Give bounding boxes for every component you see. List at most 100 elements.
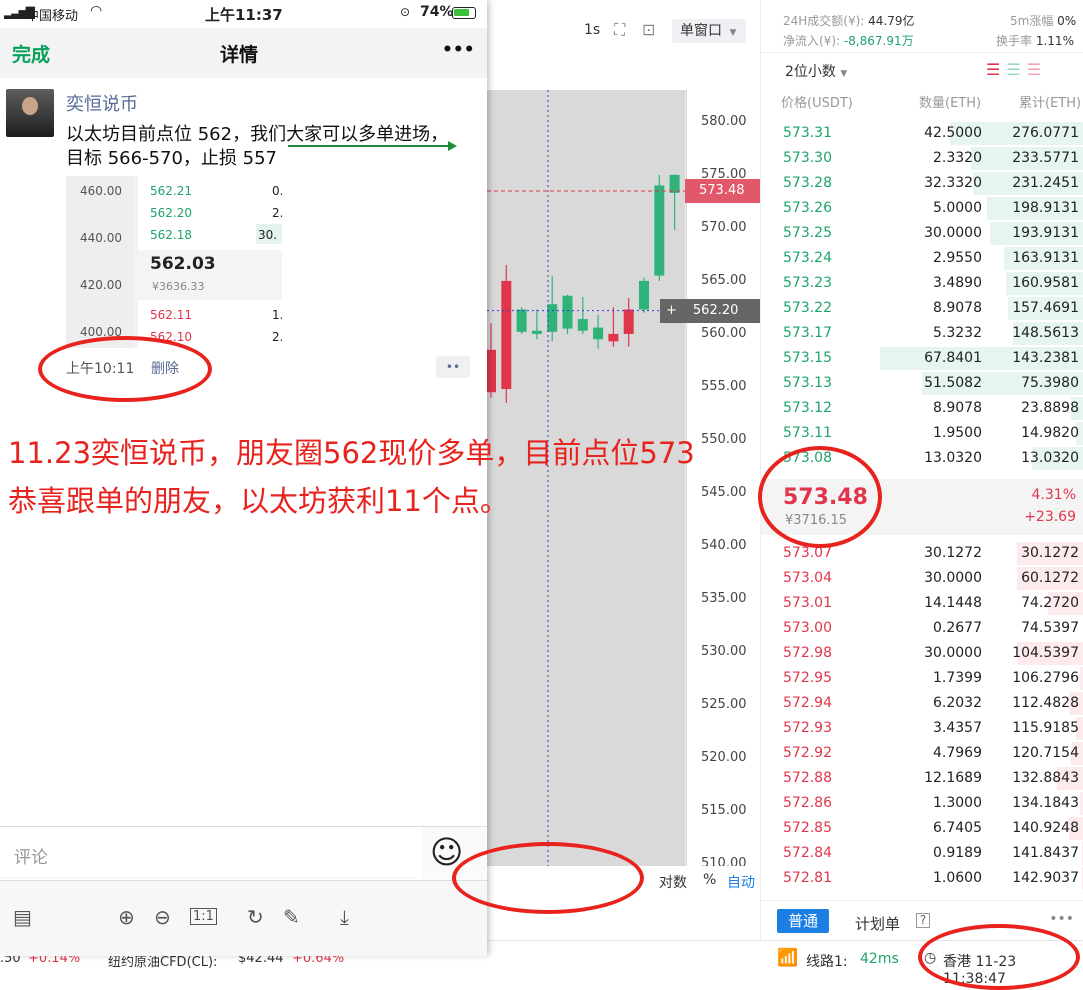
tab-plan-order[interactable]: 计划单: [855, 913, 900, 934]
cum-cell: 75.3980: [1021, 375, 1079, 391]
ask-row[interactable]: 573.111.950014.9820: [761, 421, 1083, 446]
post-image-thumbnail[interactable]: 460.00 440.00 420.00 400.00 562.21 0. 56…: [66, 176, 282, 348]
ask-row[interactable]: 573.233.4890160.9581: [761, 271, 1083, 296]
bid-row[interactable]: 572.856.7405140.9248: [761, 816, 1083, 841]
cum-cell: 142.9037: [1012, 870, 1079, 886]
crosshair-plus-icon[interactable]: +: [666, 303, 677, 318]
bid-row[interactable]: 572.933.4357115.9185: [761, 716, 1083, 741]
wifi-icon: ◠: [90, 3, 102, 19]
ask-row[interactable]: 573.2832.3320231.2451: [761, 171, 1083, 196]
thumb-axis-label: 460.00: [80, 184, 122, 198]
qty-cell: 30.1272: [924, 545, 982, 561]
ask-row[interactable]: 573.2530.0000193.9131: [761, 221, 1083, 246]
download-icon[interactable]: ⤓: [340, 905, 349, 929]
bid-row[interactable]: 572.924.7969120.7154: [761, 741, 1083, 766]
cum-cell: 134.1843: [1012, 795, 1079, 811]
price-cell: 572.88: [783, 770, 832, 786]
price-cell: 573.12: [783, 400, 832, 416]
edit-pen-icon[interactable]: ✎: [283, 905, 300, 929]
cum-cell: 14.9820: [1021, 425, 1079, 441]
window-icon[interactable]: ⊡: [642, 20, 655, 39]
interval-button[interactable]: 1s: [584, 22, 600, 38]
ask-row[interactable]: 573.265.0000198.9131: [761, 196, 1083, 221]
ask-row[interactable]: 573.302.3320233.5771: [761, 146, 1083, 171]
auto-scale-toggle[interactable]: 自动: [727, 872, 755, 892]
price-cell: 572.94: [783, 695, 832, 711]
price-tick-label: 555.00: [701, 379, 747, 394]
percent-scale-toggle[interactable]: %: [703, 872, 716, 888]
bid-row[interactable]: 572.840.9189141.8437: [761, 841, 1083, 866]
cum-cell: 157.4691: [1012, 300, 1079, 316]
line-label[interactable]: 线路1:: [806, 951, 848, 971]
annotation-ellipse-clock: [918, 924, 1080, 990]
fullscreen-icon[interactable]: ⛶: [614, 20, 625, 40]
zoom-in-icon[interactable]: ⊕: [118, 905, 135, 929]
bid-row[interactable]: 572.946.2032112.4828: [761, 691, 1083, 716]
ask-row[interactable]: 573.175.3232148.5613: [761, 321, 1083, 346]
ask-row[interactable]: 573.228.9078157.4691: [761, 296, 1083, 321]
layout-both-icon[interactable]: ☰: [986, 60, 1006, 79]
more-options-button[interactable]: •••: [442, 40, 475, 60]
candle-body: [547, 304, 557, 332]
price-tick-label: 515.00: [701, 803, 747, 818]
qty-cell: 30.0000: [924, 645, 982, 661]
book-layout-icons[interactable]: ☰☰☰: [986, 60, 1047, 79]
candlestick-chart[interactable]: 2020-11-23 10:10:00: [487, 90, 687, 896]
layout-asks-icon[interactable]: ☰: [1027, 60, 1047, 79]
ask-row[interactable]: 573.13 51.5082 75.3980: [761, 371, 1083, 396]
price-cell: 573.30: [783, 150, 832, 166]
bid-row[interactable]: 573.0430.000060.1272: [761, 566, 1083, 591]
bid-row[interactable]: 572.861.3000134.1843: [761, 791, 1083, 816]
candle-body: [670, 175, 680, 193]
author-name[interactable]: 奕恒说币: [66, 90, 138, 116]
mid-change-abs: +23.69: [1024, 509, 1076, 525]
page-title: 详情: [220, 40, 258, 67]
thumb-ask-qty: 0.: [272, 184, 282, 198]
thumb-axis: 460.00 440.00 420.00 400.00: [66, 176, 134, 348]
thumb-mid-box: 562.03 ¥3636.33: [138, 250, 282, 300]
actual-size-icon[interactable]: 1:1: [190, 908, 217, 925]
done-button[interactable]: 完成: [12, 40, 50, 67]
rotate-icon[interactable]: ↻: [247, 905, 264, 929]
ask-row[interactable]: 573.1567.8401143.2381: [761, 346, 1083, 371]
cum-cell: 198.9131: [1012, 200, 1079, 216]
window-mode-select[interactable]: 单窗口 ▼: [672, 19, 746, 43]
candle-body: [624, 310, 634, 334]
price-tick-label: 560.00: [701, 326, 747, 341]
qty-cell: 51.5082: [924, 375, 982, 391]
ask-row[interactable]: 573.3142.5000276.0771: [761, 121, 1083, 146]
price-cell: 572.95: [783, 670, 832, 686]
comment-input[interactable]: 评论: [14, 843, 48, 868]
help-icon[interactable]: ?: [916, 913, 930, 928]
price-cell: 573.13: [783, 375, 832, 391]
thumb-bid-qty: 2.: [272, 330, 282, 344]
bid-row[interactable]: 572.951.7399106.2796: [761, 666, 1083, 691]
thumb-mid-cny: ¥3636.33: [152, 280, 205, 293]
bid-row[interactable]: 572.9830.0000104.5397: [761, 641, 1083, 666]
bid-row[interactable]: 572.811.0600142.9037: [761, 866, 1083, 891]
layout-bids-icon[interactable]: ☰: [1006, 60, 1026, 79]
ask-row[interactable]: 573.242.9550163.9131: [761, 246, 1083, 271]
chevron-down-icon: ▼: [729, 28, 736, 38]
action-dots-button[interactable]: ••: [436, 356, 470, 378]
thumb-bid-qty: 1.: [272, 308, 282, 322]
bid-row[interactable]: 573.0114.144874.2720: [761, 591, 1083, 616]
thumb-ask-qty: 2.: [272, 206, 282, 220]
log-scale-toggle[interactable]: 对数: [659, 872, 687, 892]
ask-row[interactable]: 573.128.907823.8898: [761, 396, 1083, 421]
bid-row[interactable]: 572.8812.1689132.8843: [761, 766, 1083, 791]
cum-cell: 74.5397: [1021, 620, 1079, 636]
layout-icon[interactable]: ▤: [13, 905, 32, 929]
qty-cell: 0.9189: [933, 845, 982, 861]
tab-normal-order[interactable]: 普通: [777, 909, 829, 933]
cum-cell: 163.9131: [1012, 250, 1079, 266]
carrier-name: 中国移动: [26, 5, 78, 24]
avatar[interactable]: [6, 89, 54, 137]
thumb-axis-label: 440.00: [80, 231, 122, 245]
more-icon[interactable]: •••: [1049, 911, 1074, 927]
bid-row[interactable]: 573.000.267774.5397: [761, 616, 1083, 641]
price-cell: 572.84: [783, 845, 832, 861]
decimals-select[interactable]: 2位小数 ▼: [785, 61, 847, 81]
zoom-out-icon[interactable]: ⊖: [154, 905, 171, 929]
qty-cell: 12.1689: [924, 770, 982, 786]
